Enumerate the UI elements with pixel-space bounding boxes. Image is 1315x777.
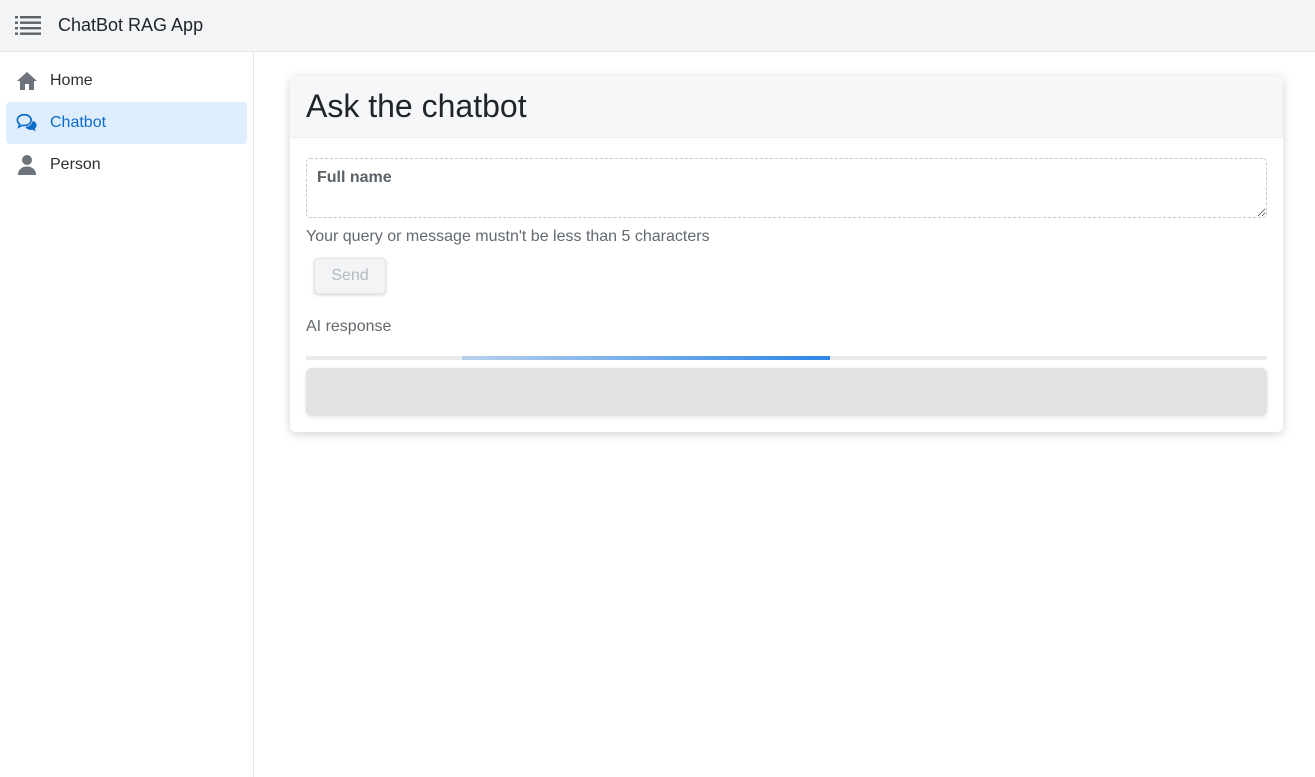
home-icon — [16, 70, 38, 92]
sidebar-item-person[interactable]: Person — [6, 144, 247, 186]
sidebar-item-label: Chatbot — [50, 114, 107, 131]
chatbot-card: Ask the chatbot Full name Your query or … — [290, 76, 1283, 432]
send-button[interactable]: Send — [314, 258, 386, 294]
full-name-field: Full name — [306, 158, 1267, 218]
loading-progress-bar — [306, 356, 1267, 360]
page-title: Ask the chatbot — [306, 88, 527, 124]
sidebar: Home Chatbot Person — [0, 52, 254, 777]
chat-icon — [16, 112, 38, 134]
card-header: Ask the chatbot — [290, 76, 1283, 138]
sidebar-item-home[interactable]: Home — [6, 60, 247, 102]
ai-response-box — [306, 368, 1267, 416]
menu-toggle-button[interactable] — [14, 15, 42, 37]
full-name-input[interactable] — [307, 159, 1266, 217]
sidebar-item-label: Home — [50, 72, 93, 89]
loading-progress-indicator — [462, 356, 830, 360]
top-app-bar: ChatBot RAG App — [0, 0, 1315, 52]
sidebar-item-chatbot[interactable]: Chatbot — [6, 102, 247, 144]
list-menu-icon — [15, 15, 41, 35]
card-body: Full name Your query or message mustn't … — [290, 138, 1283, 416]
ai-response-label: AI response — [306, 318, 392, 335]
app-title: ChatBot RAG App — [58, 15, 204, 35]
person-icon — [16, 154, 38, 176]
sidebar-item-label: Person — [50, 156, 101, 173]
validation-helper-text: Your query or message mustn't be less th… — [306, 228, 710, 245]
